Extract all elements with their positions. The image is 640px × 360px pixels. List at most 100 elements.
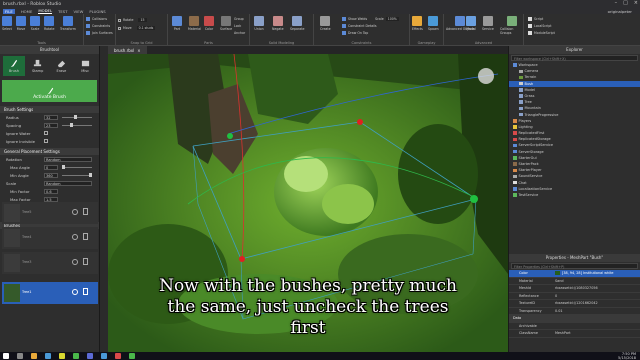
roblox-studio-icon[interactable] (101, 353, 107, 359)
property-material[interactable]: Material Sand (509, 278, 640, 285)
min-angle-input[interactable]: 360 (44, 172, 58, 178)
rotate-snap[interactable]: Rotate 15 (118, 18, 147, 22)
spawn-button[interactable]: Spawn (428, 16, 439, 31)
union-button[interactable]: Union (254, 16, 264, 31)
placement-settings-header[interactable]: General Placement Settings (0, 148, 99, 155)
red-handle[interactable] (239, 256, 245, 262)
material-button[interactable]: Material (188, 16, 201, 31)
scale-tool[interactable]: Scale (30, 16, 40, 31)
radius-input[interactable]: 32 (44, 114, 58, 120)
gear-icon[interactable] (72, 259, 78, 265)
property-classname[interactable]: ClassName MeshPart (509, 330, 640, 338)
spacing-slider[interactable] (62, 123, 92, 127)
windows-start-icon[interactable] (3, 353, 9, 359)
surface-button[interactable]: Surface (220, 16, 232, 31)
clock[interactable]: 7:50 PM 5/15/2018 (618, 352, 636, 360)
close-tab-icon[interactable]: × (137, 48, 140, 53)
select-tool[interactable]: Select (2, 16, 12, 31)
brush-item-selected[interactable]: Tree1 (2, 282, 98, 304)
gear-icon[interactable] (72, 289, 78, 295)
property-transparency[interactable]: Transparency 0.01 (509, 308, 640, 315)
brush-item[interactable]: Tree5 (2, 202, 98, 224)
data-section-header[interactable]: Data (509, 315, 640, 323)
activate-brush-button[interactable]: Activate Brush (2, 80, 97, 102)
property-reflectance[interactable]: Reflectance 0 (509, 293, 640, 300)
trash-icon[interactable] (83, 208, 88, 215)
min-factor-input[interactable]: 0.6 (44, 188, 58, 194)
folder-icon[interactable] (31, 353, 37, 359)
menu-home[interactable]: HOME (21, 9, 33, 14)
create-constraint-button[interactable]: Create (320, 16, 331, 31)
chrome-icon[interactable] (59, 353, 65, 359)
collision-groups-button[interactable]: Collision Groups (500, 16, 523, 35)
ignore-invisible-checkbox[interactable] (44, 139, 48, 143)
part-button[interactable]: Part (172, 16, 182, 31)
property-color[interactable]: Color [38, 94, 28] Institutional white (509, 270, 640, 278)
brush-mode[interactable]: Brush (2, 56, 25, 76)
maximize-button[interactable]: □ (623, 0, 628, 6)
service-button[interactable]: Service (482, 16, 494, 31)
constraint-details-toggle[interactable]: Constraint Details (342, 24, 377, 28)
red-handle[interactable] (357, 119, 363, 125)
property-archivable[interactable]: Archivable (509, 323, 640, 330)
close-button[interactable]: × (634, 0, 638, 6)
trash-icon[interactable] (83, 233, 88, 240)
model-button[interactable]: Model (466, 16, 476, 31)
script-button[interactable]: Script (528, 17, 543, 21)
negate-button[interactable]: Negate (272, 16, 284, 31)
effects-button[interactable]: Effects (412, 16, 423, 31)
tree-item-testservice[interactable]: TestService (509, 192, 640, 198)
localscript-button[interactable]: LocalScript (528, 24, 552, 28)
max-factor-input[interactable]: 1.5 (44, 196, 58, 202)
edge-icon[interactable] (45, 353, 51, 359)
user-name[interactable]: originalpeter (608, 9, 632, 14)
anchor-button[interactable]: Anchor (234, 31, 245, 35)
move-snap[interactable]: Move 0.1 studs (118, 26, 156, 30)
erase-mode[interactable]: Erase (50, 56, 72, 76)
discord-icon[interactable] (87, 353, 93, 359)
misc-mode[interactable]: Misc (74, 56, 96, 76)
move-tool[interactable]: Move (16, 16, 26, 31)
menu-test[interactable]: TEST (58, 9, 67, 14)
search-icon[interactable] (17, 353, 23, 359)
explorer-filter-input[interactable]: Filter workspace (Ctrl+Shift+X) (511, 55, 638, 61)
max-angle-slider[interactable] (62, 165, 92, 169)
gear-icon[interactable] (72, 209, 78, 215)
rotation-dropdown[interactable]: Random (44, 156, 92, 162)
property-textureid[interactable]: TextureID rbxassetid://1201662042 (509, 300, 640, 308)
trash-icon[interactable] (83, 288, 88, 295)
app-icon[interactable] (129, 353, 135, 359)
stamp-mode[interactable]: Stamp (27, 56, 49, 76)
ignore-water-checkbox[interactable] (44, 131, 48, 135)
menu-plugins[interactable]: PLUGINS (89, 9, 105, 14)
color-button[interactable]: Color (204, 16, 214, 31)
spacing-input[interactable]: 23 (44, 122, 58, 128)
separate-button[interactable]: Separate (290, 16, 304, 31)
collisions-toggle[interactable]: Collisions (86, 17, 107, 21)
max-angle-input[interactable]: 0 (44, 164, 58, 170)
minimize-button[interactable]: – (615, 0, 618, 6)
scale-dropdown[interactable]: Random (44, 180, 92, 186)
property-meshid[interactable]: MeshId rbxassetid://1080327056 (509, 285, 640, 293)
brush-item[interactable]: Tree4 (2, 227, 98, 249)
green-handle[interactable] (227, 133, 233, 139)
brush-item[interactable]: Tree3 (2, 252, 98, 274)
lock-button[interactable]: Lock (234, 24, 241, 28)
draw-on-top-toggle[interactable]: Draw On Top (342, 31, 368, 35)
modulescript-button[interactable]: ModuleScript (528, 31, 555, 35)
join-surfaces-toggle[interactable]: Join Surfaces (86, 31, 113, 35)
green-handle[interactable] (470, 195, 478, 203)
brush-settings-header[interactable]: Brush Settings (0, 106, 99, 113)
file-menu[interactable]: FILE (3, 8, 15, 14)
properties-filter-input[interactable]: Filter Properties (Ctrl+Shift+P) (511, 263, 638, 269)
app-icon[interactable] (115, 353, 121, 359)
constraints-toggle[interactable]: Constraints (86, 24, 110, 28)
trash-icon[interactable] (83, 258, 88, 265)
menu-view[interactable]: VIEW (74, 9, 84, 14)
group-button[interactable]: Group (234, 17, 244, 21)
transform-tool[interactable]: Transform (60, 16, 76, 31)
gear-icon[interactable] (72, 234, 78, 240)
radius-slider[interactable] (62, 115, 92, 119)
rotate-tool[interactable]: Rotate (44, 16, 54, 31)
min-angle-slider[interactable] (62, 173, 92, 177)
